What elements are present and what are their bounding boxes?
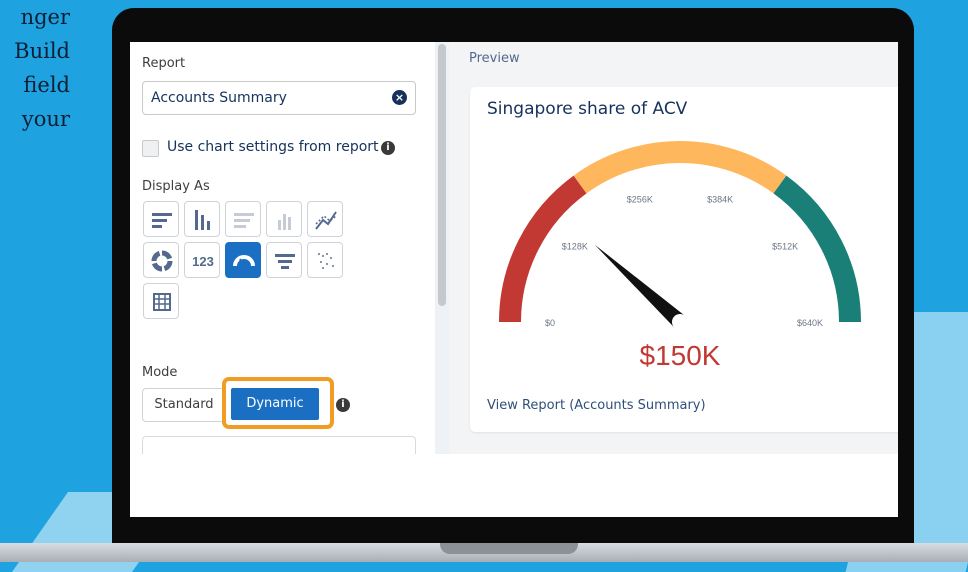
preview-label: Preview: [469, 51, 520, 66]
gauge-chart: $0 $128K $256K $384K $512K $640K $150K: [499, 141, 861, 371]
gauge-tick-label: $256K: [627, 194, 653, 204]
gauge-needle: [594, 244, 686, 328]
metric-glyph: 123: [192, 254, 214, 269]
gauge-band: [499, 175, 587, 323]
table-icon: [153, 293, 171, 311]
scatter-chart-button[interactable]: [307, 242, 343, 278]
stacked-horizontal-bar-button[interactable]: [225, 201, 261, 237]
gauge-value-label: $150K: [640, 340, 721, 371]
background-text-line: your: [21, 107, 70, 131]
clear-icon[interactable]: ×: [392, 90, 407, 105]
preview-card: Singapore share of ACV $0 $128K $256K $384K…: [470, 87, 898, 432]
background-text-line: Build: [14, 39, 70, 63]
background-text-line: nger: [20, 5, 70, 29]
line-chart-icon: [315, 211, 337, 230]
scrollbar-thumb[interactable]: [438, 44, 446, 306]
report-value: Accounts Summary: [151, 90, 287, 106]
line-chart-button[interactable]: [307, 201, 343, 237]
settings-panel: Report Accounts Summary × Use chart sett…: [130, 42, 435, 459]
screen-bottom: [130, 454, 898, 517]
gauge-icon: [233, 255, 255, 267]
view-report-link[interactable]: View Report (Accounts Summary): [487, 398, 706, 413]
report-label: Report: [142, 56, 186, 71]
vertical-bar-icon: [195, 210, 210, 230]
stacked-bar-icon: [234, 213, 254, 228]
table-button[interactable]: [143, 283, 179, 319]
gauge-tick-label: $512K: [772, 242, 798, 252]
gauge-button[interactable]: [225, 242, 261, 278]
metric-button[interactable]: 123: [184, 242, 220, 278]
report-input[interactable]: Accounts Summary ×: [142, 81, 416, 115]
scatter-icon: [318, 253, 334, 269]
info-icon[interactable]: i: [381, 141, 395, 155]
horizontal-bar-icon: [152, 213, 172, 228]
gauge-band: [773, 175, 861, 323]
gauge-tick-label: $640K: [797, 318, 823, 328]
info-icon[interactable]: i: [336, 398, 350, 412]
screen: Report Accounts Summary × Use chart sett…: [130, 42, 898, 517]
gauge-band: [573, 141, 787, 194]
background-text: nger Build field your: [0, 0, 110, 136]
funnel-chart-button[interactable]: [266, 242, 302, 278]
use-chart-settings-label: Use chart settings from report: [167, 139, 379, 155]
donut-icon: [151, 250, 173, 272]
vertical-bar-chart-button[interactable]: [184, 201, 220, 237]
gauge-tick-label: $128K: [562, 242, 588, 252]
mode-standard-button[interactable]: Standard: [142, 388, 226, 422]
stacked-vertical-bar-button[interactable]: [266, 201, 302, 237]
mode-label: Mode: [142, 365, 178, 380]
stacked-column-icon: [278, 214, 291, 230]
use-chart-settings-checkbox[interactable]: [142, 140, 159, 157]
display-as-label: Display As: [142, 179, 210, 194]
horizontal-bar-chart-button[interactable]: [143, 201, 179, 237]
gauge-tick-label: $0: [545, 318, 555, 328]
donut-chart-button[interactable]: [143, 242, 179, 278]
highlight-outline: [222, 377, 334, 429]
gauge-tick-label: $384K: [707, 194, 733, 204]
laptop-notch: [440, 543, 578, 554]
funnel-icon: [275, 254, 295, 269]
background-text-line: field: [23, 73, 70, 97]
metric-icon: 123: [192, 254, 214, 269]
